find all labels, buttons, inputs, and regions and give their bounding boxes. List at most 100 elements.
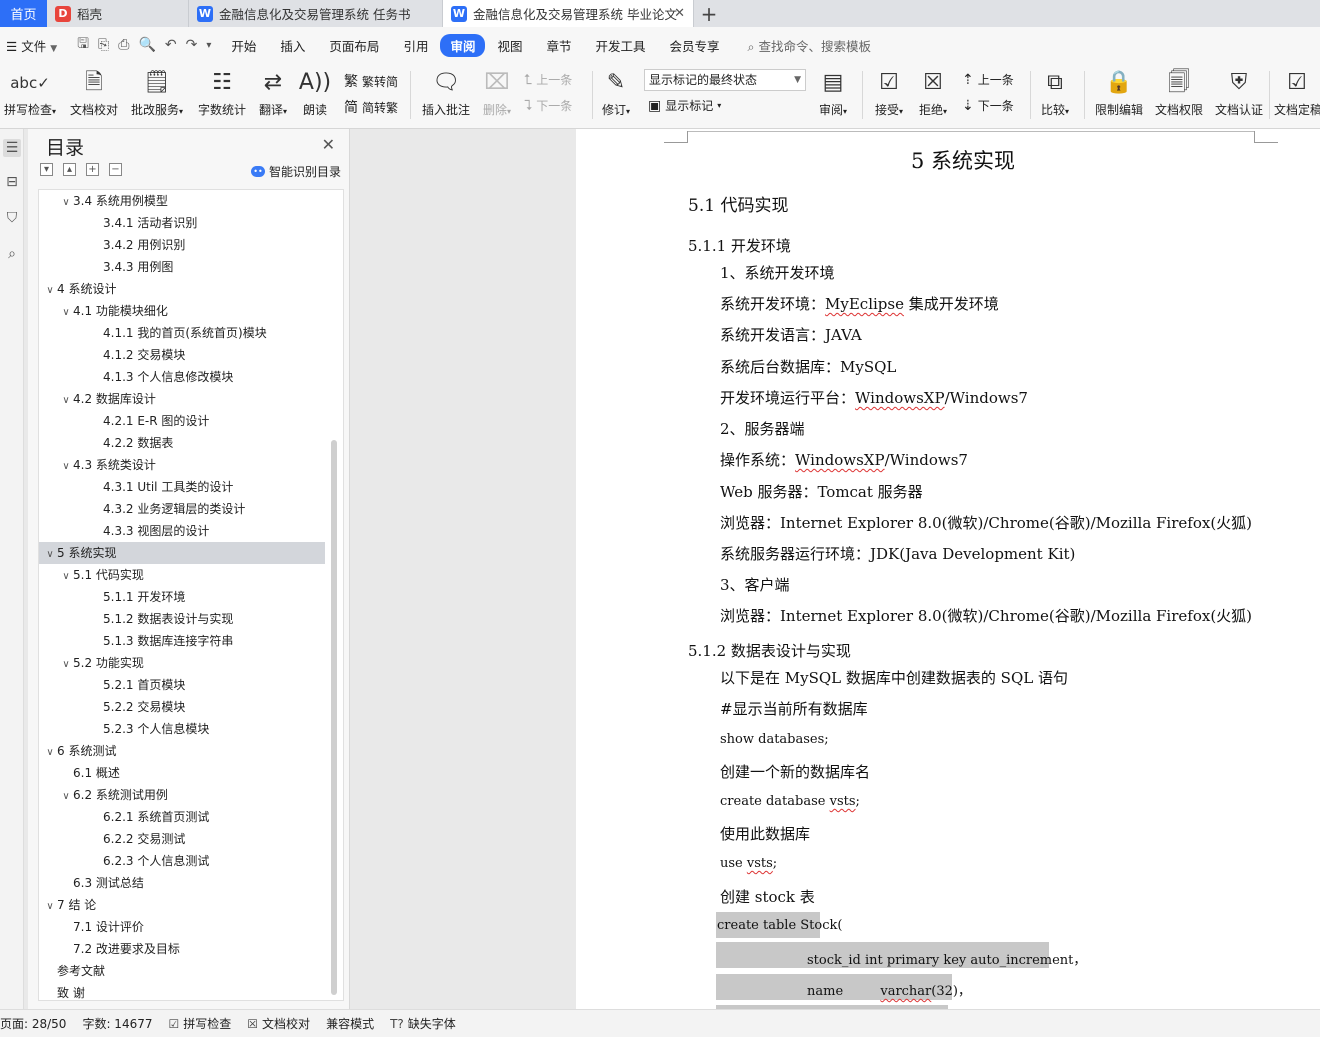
toc-item[interactable]: 6.2.2 交易测试 xyxy=(39,828,325,850)
doc-permission-button[interactable]: 🗐 文档权限 xyxy=(1152,69,1206,118)
toc-item[interactable]: ∨ 5 系统实现 xyxy=(39,542,325,564)
expand-all-icon[interactable]: ▾ xyxy=(40,163,53,176)
doc-proof-button[interactable]: 🗎 文档校对 xyxy=(64,69,124,118)
tab-task-book[interactable]: W 金融信息化及交易管理系统 任务书 xyxy=(189,0,443,27)
menu-member[interactable]: 会员专享 xyxy=(658,36,732,55)
chevron-down-icon[interactable]: ∨ xyxy=(43,544,57,566)
show-markup-button[interactable]: ▣ 显示标记 ▾ xyxy=(648,97,721,114)
toc-item[interactable]: 6.2.1 系统首页测试 xyxy=(39,806,325,828)
chevron-down-icon[interactable]: ∨ xyxy=(59,786,73,808)
read-aloud-button[interactable]: A)) 朗读 xyxy=(296,69,334,118)
add-heading-icon[interactable]: + xyxy=(86,163,99,176)
menu-references[interactable]: 引用 xyxy=(391,36,440,55)
spell-check-toggle[interactable]: ☑ 拼写检查 xyxy=(161,1015,240,1032)
word-count-button[interactable]: ☷ 字数统计 xyxy=(194,69,250,118)
print-icon[interactable]: ⎙ xyxy=(118,37,129,53)
next-change-button[interactable]: ⇣ 下一条 xyxy=(962,97,1014,114)
doc-certify-button[interactable]: ⛨ 文档认证 xyxy=(1212,69,1266,118)
toc-item[interactable]: 参考文献 xyxy=(39,960,325,982)
tab-home[interactable]: 首页 xyxy=(0,0,47,27)
toc-item[interactable]: 7.1 设计评价 xyxy=(39,916,325,938)
smart-toc-button[interactable]: •• 智能识别目录 xyxy=(250,163,341,180)
toc-panel-icon[interactable]: ☰ xyxy=(3,139,21,157)
toc-item[interactable]: 4.3.2 业务逻辑层的类设计 xyxy=(39,498,325,520)
chevron-down-icon[interactable]: ∨ xyxy=(59,456,73,478)
track-changes-button[interactable]: ✎ 修订▾ xyxy=(598,69,634,118)
toc-item[interactable]: 3.4.3 用例图 xyxy=(39,256,325,278)
menu-section[interactable]: 章节 xyxy=(534,36,583,55)
file-menu[interactable]: ☰ 文件 ▼ xyxy=(0,36,69,55)
to-simplified-button[interactable]: 简简转繁 xyxy=(344,97,398,117)
command-search[interactable]: ⌕ 查找命令、搜索模板 xyxy=(732,36,872,55)
chevron-down-icon[interactable]: ∨ xyxy=(43,280,57,302)
markup-state-select[interactable]: 显示标记的最终状态 ▼ xyxy=(644,69,806,91)
word-count-indicator[interactable]: 字数: 14677 xyxy=(74,1015,160,1032)
toc-item[interactable]: 4.3.1 Util 工具类的设计 xyxy=(39,476,325,498)
toc-item[interactable]: 4.3.3 视图层的设计 xyxy=(39,520,325,542)
toc-item[interactable]: 5.1.2 数据表设计与实现 xyxy=(39,608,325,630)
menu-insert[interactable]: 插入 xyxy=(268,36,317,55)
undo-icon[interactable]: ↶ xyxy=(165,37,177,53)
toc-item[interactable]: 6.3 测试总结 xyxy=(39,872,325,894)
prev-comment-button[interactable]: ⮤ 上一条 xyxy=(524,71,572,88)
doc-finalize-button[interactable]: ☑ 文档定稿 xyxy=(1274,69,1320,118)
toc-item[interactable]: ∨ 5.2 功能实现 xyxy=(39,652,325,674)
toc-item[interactable]: 4.1.3 个人信息修改模块 xyxy=(39,366,325,388)
toc-item[interactable]: 4.2.2 数据表 xyxy=(39,432,325,454)
toc-item[interactable]: 4.1.1 我的首页(系统首页)模块 xyxy=(39,322,325,344)
toc-item[interactable]: 6.1 概述 xyxy=(39,762,325,784)
menu-developer[interactable]: 开发工具 xyxy=(584,36,658,55)
accept-button[interactable]: ☑ 接受▾ xyxy=(870,69,908,118)
document-page[interactable]: 5 系统实现 5.1 代码实现 5.1.1 开发环境 1、系统开发环境 系统开发… xyxy=(576,129,1320,1009)
delete-comment-button[interactable]: ⌧ 删除▾ xyxy=(478,69,516,118)
toc-item[interactable]: 5.1.3 数据库连接字符串 xyxy=(39,630,325,652)
scrollbar[interactable] xyxy=(331,440,337,995)
toc-item[interactable]: 致 谢 xyxy=(39,982,325,1000)
toc-item[interactable]: 3.4.2 用例识别 xyxy=(39,234,325,256)
translate-button[interactable]: ⇄ 翻译▾ xyxy=(252,69,294,118)
chevron-down-icon[interactable]: ∨ xyxy=(43,742,57,764)
menu-review[interactable]: 审阅 xyxy=(440,33,486,57)
toc-item[interactable]: ∨ 5.1 代码实现 xyxy=(39,564,325,586)
toc-item[interactable]: ∨ 4.3 系统类设计 xyxy=(39,454,325,476)
toc-item[interactable]: 4.2.1 E-R 图的设计 xyxy=(39,410,325,432)
menu-view[interactable]: 视图 xyxy=(485,36,534,55)
print-preview-icon[interactable]: 🔍 xyxy=(138,37,155,53)
chevron-down-icon[interactable]: ∨ xyxy=(59,302,73,324)
toc-item[interactable]: 6.2.3 个人信息测试 xyxy=(39,850,325,872)
menu-start[interactable]: 开始 xyxy=(219,36,268,55)
chevron-down-icon[interactable]: ∨ xyxy=(59,192,73,214)
close-icon[interactable]: ✕ xyxy=(674,6,685,21)
toc-item[interactable]: 5.2.1 首页模块 xyxy=(39,674,325,696)
toc-item[interactable]: ∨ 6 系统测试 xyxy=(39,740,325,762)
toc-item[interactable]: ∨ 6.2 系统测试用例 xyxy=(39,784,325,806)
customize-icon[interactable]: ▾ xyxy=(206,40,211,51)
toc-item[interactable]: 3.4.1 活动者识别 xyxy=(39,212,325,234)
toc-item[interactable]: ∨ 4 系统设计 xyxy=(39,278,325,300)
chevron-down-icon[interactable]: ∨ xyxy=(43,896,57,918)
chevron-down-icon[interactable]: ∨ xyxy=(59,566,73,588)
collapse-all-icon[interactable]: ▴ xyxy=(63,163,76,176)
toc-item[interactable]: 5.2.3 个人信息模块 xyxy=(39,718,325,740)
reject-button[interactable]: ☒ 拒绝▾ xyxy=(914,69,952,118)
bookmark-icon[interactable]: ⛉ xyxy=(3,209,21,227)
restrict-edit-button[interactable]: 🔒 限制编辑 xyxy=(1092,69,1146,118)
toc-item[interactable]: ∨ 4.2 数据库设计 xyxy=(39,388,325,410)
toc-item[interactable]: 5.1.1 开发环境 xyxy=(39,586,325,608)
compare-button[interactable]: ⧉ 比较▾ xyxy=(1036,69,1074,118)
chevron-down-icon[interactable]: ∨ xyxy=(59,654,73,676)
prev-change-button[interactable]: ⇡ 上一条 xyxy=(962,71,1014,88)
save-icon[interactable]: 🖫 xyxy=(77,33,89,57)
review-service-button[interactable]: 🗒 批改服务▾ xyxy=(126,69,188,118)
toc-item[interactable]: ∨ 7 结 论 xyxy=(39,894,325,916)
spell-check-button[interactable]: abc✓ 拼写检查▾ xyxy=(0,69,60,118)
next-comment-button[interactable]: ⮧ 下一条 xyxy=(524,97,572,114)
search-icon[interactable]: ⌕ xyxy=(3,245,21,263)
review-pane-button[interactable]: ▤ 审阅▾ xyxy=(814,69,852,118)
doc-proof-toggle[interactable]: ☒ 文档校对 xyxy=(239,1015,318,1032)
new-tab-button[interactable]: + xyxy=(694,0,724,27)
page-indicator[interactable]: 页面: 28/50 xyxy=(0,1015,74,1032)
to-traditional-button[interactable]: 繁繁转简 xyxy=(344,71,398,91)
toc-item[interactable]: ∨ 4.1 功能模块细化 xyxy=(39,300,325,322)
chevron-down-icon[interactable]: ∨ xyxy=(59,390,73,412)
